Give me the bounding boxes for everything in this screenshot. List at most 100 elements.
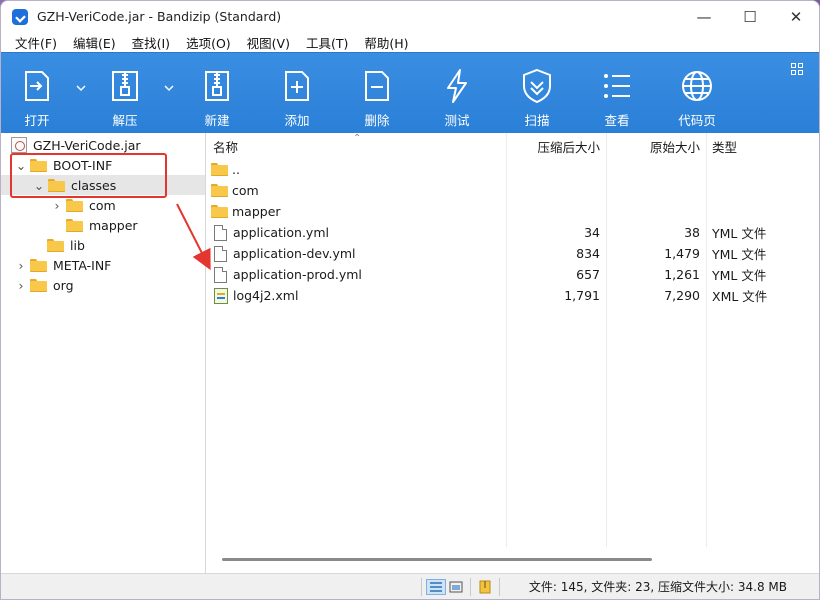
preview-view-icon[interactable] — [446, 579, 466, 595]
tree-item-lib[interactable]: lib — [1, 235, 205, 255]
add-file-icon — [285, 71, 309, 101]
extract-label: 解压 — [112, 113, 138, 128]
tree-root[interactable]: GZH-VeriCode.jar — [1, 135, 205, 155]
column-original-size[interactable]: 原始大小 — [606, 133, 706, 159]
folder-tree: GZH-VeriCode.jar ⌄ BOOT-INF ⌄ classes › … — [1, 133, 206, 573]
close-button[interactable]: ✕ — [773, 1, 819, 32]
tree-item-com[interactable]: › com — [1, 195, 205, 215]
folder-icon — [30, 278, 47, 292]
tree-item-meta-inf[interactable]: › META-INF — [1, 255, 205, 275]
original-size: 1,261 — [664, 267, 700, 282]
column-compressed-size[interactable]: 压缩后大小 — [506, 133, 606, 159]
tree-item-label: com — [89, 197, 116, 213]
test-label: 测试 — [444, 113, 470, 128]
folder-icon — [47, 238, 64, 252]
file-name-cell: application-prod.yml — [206, 264, 506, 285]
open-dropdown[interactable] — [73, 47, 89, 128]
new-archive-icon — [205, 71, 229, 101]
layout-grid-icon[interactable] — [791, 63, 803, 75]
extract-dropdown[interactable] — [161, 47, 177, 128]
file-name: mapper — [232, 204, 281, 219]
minimize-button[interactable]: — — [681, 1, 727, 32]
archive-glyph — [479, 580, 491, 593]
delete-label: 删除 — [364, 113, 390, 128]
menu-options[interactable]: 选项(O) — [178, 33, 239, 52]
file-name: com — [232, 183, 259, 198]
preview-view-glyph — [449, 581, 463, 592]
menu-file[interactable]: 文件(F) — [7, 33, 65, 52]
file-name: application.yml — [233, 225, 329, 240]
file-row[interactable]: application-prod.yml 657 1,261 YML 文件 — [206, 264, 819, 285]
tree-item-org[interactable]: › org — [1, 275, 205, 295]
tree-item-label: lib — [70, 237, 85, 253]
file-type: XML 文件 — [712, 289, 768, 304]
horizontal-scrollbar[interactable] — [222, 558, 652, 561]
menu-help[interactable]: 帮助(H) — [356, 33, 416, 52]
file-row[interactable]: com — [206, 180, 819, 201]
view-button[interactable]: 查看 — [577, 53, 657, 134]
chevron-right-icon[interactable]: › — [15, 278, 27, 293]
file-name: .. — [232, 162, 240, 177]
shield-icon — [523, 68, 551, 104]
column-divider — [706, 133, 707, 547]
red-highlight-box — [10, 153, 167, 198]
new-archive-button[interactable]: 新建 — [177, 53, 257, 134]
original-size: 1,479 — [664, 246, 700, 261]
globe-icon — [682, 71, 712, 101]
document-icon — [214, 245, 227, 262]
menu-tools[interactable]: 工具(T) — [298, 33, 356, 52]
tree-item-mapper[interactable]: mapper — [1, 215, 205, 235]
open-button[interactable]: 打开 — [1, 53, 73, 134]
file-name: application-prod.yml — [233, 267, 362, 282]
archive-info-icon[interactable] — [475, 579, 495, 595]
file-row[interactable]: .. — [206, 159, 819, 180]
status-bar: 文件: 145, 文件夹: 23, 压缩文件大小: 34.8 MB — [1, 573, 819, 599]
extract-button[interactable]: 解压 — [89, 53, 161, 134]
bandizip-window: GZH-VeriCode.jar - Bandizip (Standard) —… — [0, 0, 820, 600]
chevron-right-icon[interactable]: › — [15, 258, 27, 273]
codepage-button[interactable]: 代码页 — [657, 53, 737, 134]
file-name-cell: application-dev.yml — [206, 243, 506, 264]
file-type: YML 文件 — [712, 247, 767, 262]
open-icon — [25, 71, 49, 101]
file-name-cell: mapper — [206, 201, 506, 222]
jar-file-icon — [11, 137, 27, 153]
column-type[interactable]: 类型 — [706, 133, 810, 159]
tree-root-label: GZH-VeriCode.jar — [33, 137, 141, 153]
main-area: GZH-VeriCode.jar ⌄ BOOT-INF ⌄ classes › … — [1, 133, 819, 573]
column-divider — [606, 133, 607, 547]
file-row[interactable]: application.yml 34 38 YML 文件 — [206, 222, 819, 243]
toolbar: 打开 解压 新建 添加 删除 测试 扫描 查看 代码页 — [1, 52, 819, 133]
menu-bar: 文件(F) 编辑(E) 查找(I) 选项(O) 视图(V) 工具(T) 帮助(H… — [1, 32, 819, 52]
list-view-icon — [604, 74, 630, 98]
details-view-icon[interactable] — [426, 578, 446, 595]
delete-button[interactable]: 删除 — [337, 53, 417, 134]
bandizip-app-icon — [12, 8, 28, 25]
delete-file-icon — [365, 71, 389, 101]
file-name-cell: com — [206, 180, 506, 201]
test-button[interactable]: 测试 — [417, 53, 497, 134]
file-row[interactable]: log4j2.xml 1,791 7,290 XML 文件 — [206, 285, 819, 306]
extract-icon — [112, 71, 138, 101]
folder-icon — [211, 184, 228, 197]
column-name[interactable]: 名称 — [206, 133, 506, 159]
tree-item-label: META-INF — [53, 257, 112, 273]
scan-button[interactable]: 扫描 — [497, 53, 577, 134]
folder-icon — [211, 205, 228, 218]
file-row[interactable]: application-dev.yml 834 1,479 YML 文件 — [206, 243, 819, 264]
maximize-button[interactable]: ☐ — [727, 1, 773, 32]
chevron-down-icon — [164, 84, 174, 91]
scan-label: 扫描 — [524, 113, 550, 128]
codepage-label: 代码页 — [678, 113, 716, 128]
file-row[interactable]: mapper — [206, 201, 819, 222]
file-list: ⌃ 名称 压缩后大小 原始大小 类型 .. com mapper applica… — [206, 133, 819, 573]
new-label: 新建 — [204, 113, 230, 128]
add-button[interactable]: 添加 — [257, 53, 337, 134]
status-separator — [470, 577, 471, 596]
chevron-right-icon[interactable]: › — [51, 198, 63, 213]
title-bar: GZH-VeriCode.jar - Bandizip (Standard) —… — [1, 1, 819, 32]
folder-icon — [30, 258, 47, 272]
add-label: 添加 — [284, 113, 310, 128]
menu-view[interactable]: 视图(V) — [239, 33, 298, 52]
folder-icon — [66, 198, 83, 212]
